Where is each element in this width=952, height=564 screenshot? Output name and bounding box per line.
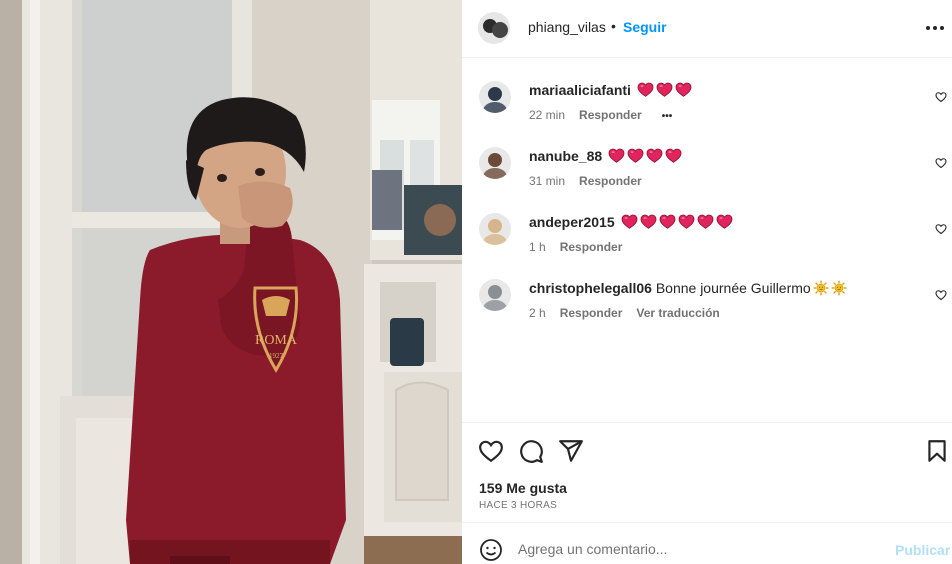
- post-header: phiang_vilas • Seguir: [462, 0, 952, 58]
- add-comment-bar: Publicar: [462, 522, 952, 564]
- post-photo-image: ROMA 1927: [0, 0, 462, 564]
- red-heart-emoji: [654, 82, 673, 98]
- comment-row: nanube_88 31 min Responder: [462, 124, 952, 190]
- red-heart-emoji: [676, 214, 695, 230]
- see-translation-button[interactable]: Ver traducción: [636, 306, 719, 320]
- comment-like-icon[interactable]: [935, 156, 947, 169]
- post-photo[interactable]: ROMA 1927: [0, 0, 462, 564]
- commenter-username[interactable]: mariaaliciafanti: [529, 82, 631, 98]
- red-heart-emoji: [638, 214, 657, 230]
- comment-row: mariaaliciafanti 22 min Responder •••: [462, 58, 952, 124]
- post-panel: phiang_vilas • Seguir mariaaliciafanti 2…: [462, 0, 952, 564]
- comment-text: nanube_88: [529, 148, 682, 164]
- comment-meta: 1 h Responder: [529, 240, 636, 254]
- reply-button[interactable]: Responder: [579, 108, 642, 122]
- red-heart-emoji: [695, 214, 714, 230]
- header-separator: •: [611, 18, 616, 34]
- red-heart-emoji: [644, 148, 663, 164]
- more-horizontal-icon[interactable]: [924, 17, 946, 39]
- commenter-username[interactable]: andeper2015: [529, 214, 615, 230]
- follow-button[interactable]: Seguir: [623, 19, 667, 35]
- author-username[interactable]: phiang_vilas: [528, 19, 606, 35]
- comments-list: mariaaliciafanti 22 min Responder ••• nanub…: [462, 58, 952, 422]
- red-heart-emoji: [606, 148, 625, 164]
- red-heart-emoji: [714, 214, 733, 230]
- comment-text: andeper2015: [529, 214, 733, 230]
- red-heart-emoji: [663, 148, 682, 164]
- commenter-avatar[interactable]: [479, 147, 511, 179]
- heart-outline-icon[interactable]: [478, 438, 504, 464]
- commenter-username[interactable]: christophelegall06: [529, 280, 652, 296]
- comment-options-button[interactable]: •••: [662, 111, 673, 122]
- commenter-username[interactable]: nanube_88: [529, 148, 602, 164]
- comment-time[interactable]: 2 h: [529, 306, 546, 320]
- sun-emoji: [811, 280, 829, 296]
- red-heart-emoji: [657, 214, 676, 230]
- red-heart-emoji: [635, 82, 654, 98]
- comment-like-icon[interactable]: [935, 222, 947, 235]
- comment-text: mariaaliciafanti: [529, 82, 692, 98]
- comment-body: Bonne journée Guillermo: [655, 280, 811, 296]
- red-heart-emoji: [619, 214, 638, 230]
- reply-button[interactable]: Responder: [560, 306, 623, 320]
- comment-meta: 22 min Responder •••: [529, 108, 686, 122]
- comment-meta: 2 h Responder Ver traducción: [529, 306, 734, 320]
- shirt-crest-text: ROMA: [255, 333, 298, 348]
- commenter-avatar[interactable]: [479, 213, 511, 245]
- post-timestamp[interactable]: HACE 3 HORAS: [479, 500, 557, 511]
- post-actions: 159 Me gusta HACE 3 HORAS: [462, 422, 952, 522]
- comment-input[interactable]: [518, 536, 878, 562]
- sun-emoji: [829, 280, 847, 296]
- commenter-avatar[interactable]: [479, 81, 511, 113]
- comment-text: christophelegall06 Bonne journée Guiller…: [529, 280, 847, 296]
- comment-meta: 31 min Responder: [529, 174, 656, 188]
- comment-icon[interactable]: [518, 438, 544, 464]
- commenter-avatar[interactable]: [479, 279, 511, 311]
- publish-button[interactable]: Publicar: [895, 542, 950, 558]
- red-heart-emoji: [673, 82, 692, 98]
- author-avatar[interactable]: [478, 12, 510, 44]
- reply-button[interactable]: Responder: [560, 240, 623, 254]
- comment-time[interactable]: 22 min: [529, 108, 565, 122]
- comment-row: andeper2015 1 h Responder: [462, 190, 952, 256]
- reply-button[interactable]: Responder: [579, 174, 642, 188]
- shirt-crest-year: 1927: [269, 352, 284, 360]
- bookmark-icon[interactable]: [924, 438, 950, 464]
- comment-like-icon[interactable]: [935, 288, 947, 301]
- comment-row: christophelegall06 Bonne journée Guiller…: [462, 256, 952, 322]
- send-icon[interactable]: [558, 438, 584, 464]
- red-heart-emoji: [625, 148, 644, 164]
- smiley-icon[interactable]: [479, 538, 503, 562]
- likes-count[interactable]: 159 Me gusta: [479, 480, 567, 496]
- comment-like-icon[interactable]: [935, 90, 947, 103]
- comment-time[interactable]: 1 h: [529, 240, 546, 254]
- comment-time[interactable]: 31 min: [529, 174, 565, 188]
